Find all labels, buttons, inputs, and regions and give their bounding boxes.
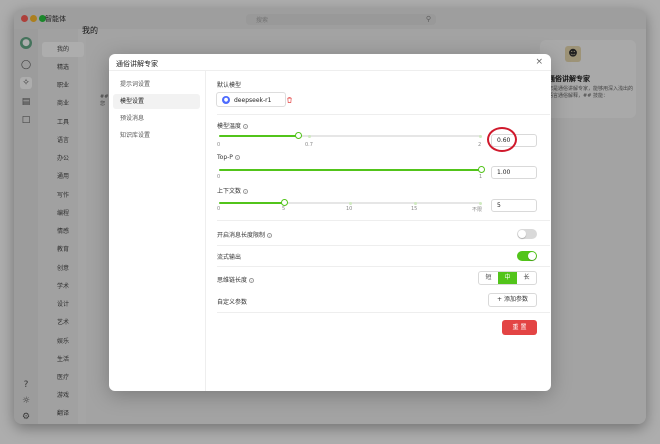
context-tick: 10 <box>346 206 353 212</box>
nav-knowledge-settings[interactable]: 知识库设置 <box>113 128 200 143</box>
context-mark-dot <box>479 201 482 205</box>
context-tick: 不限 <box>472 207 483 213</box>
reset-button[interactable]: 重 置 <box>502 320 537 335</box>
top-p-tick: 1 <box>479 174 483 180</box>
nav-preset-messages[interactable]: 预设消息 <box>113 111 200 126</box>
length-limit-toggle[interactable] <box>517 229 537 239</box>
divider <box>217 312 550 313</box>
temperature-mark-dot <box>308 134 311 138</box>
help-icon: ? <box>243 189 249 194</box>
context-fill <box>219 202 284 204</box>
context-tick: 15 <box>411 206 418 212</box>
temperature-tick: 2 <box>478 142 482 148</box>
modal-nav: 提示词设置 模型设置 预设消息 知识库设置 <box>109 71 206 391</box>
close-icon[interactable]: × <box>535 57 543 67</box>
add-param-button[interactable]: + 添加参数 <box>488 293 537 307</box>
temperature-mark-dot <box>479 134 482 138</box>
stream-output-label: 流式输出 <box>217 254 242 261</box>
context-tick: 0 <box>217 206 221 212</box>
custom-params-label: 自定义参数 <box>217 299 248 306</box>
help-icon: ? <box>267 233 273 238</box>
reasoning-option-long[interactable]: 长 <box>517 272 536 284</box>
context-tick: 5 <box>282 206 286 212</box>
stream-output-toggle[interactable] <box>517 251 537 261</box>
reasoning-length-label-text: 思维链长度 <box>217 277 248 284</box>
temperature-fill <box>219 135 298 137</box>
delete-icon[interactable] <box>287 97 292 103</box>
model-name: deepseek-r1 <box>234 97 272 104</box>
highlight-annotation-circle <box>487 127 517 152</box>
context-mark-dot <box>414 201 417 205</box>
top-p-label-text: Top-P <box>217 154 233 161</box>
temperature-label: 模型温度? <box>217 121 249 130</box>
top-p-tick: 0 <box>217 174 221 180</box>
top-p-label: Top-P? <box>217 154 240 161</box>
context-label: 上下文数? <box>217 186 249 195</box>
divider <box>217 114 550 115</box>
reasoning-option-short[interactable]: 短 <box>479 272 498 284</box>
context-label-text: 上下文数 <box>217 188 242 195</box>
deepseek-icon: ● <box>222 96 230 104</box>
help-icon: ? <box>243 124 249 129</box>
help-icon: ? <box>249 278 255 283</box>
reasoning-option-medium[interactable]: 中 <box>498 272 517 284</box>
top-p-slider-thumb[interactable] <box>478 166 485 173</box>
nav-prompt-settings[interactable]: 提示词设置 <box>113 77 200 92</box>
divider <box>217 220 550 221</box>
reasoning-length-segmented: 短 中 长 <box>478 271 537 285</box>
help-icon: ? <box>234 155 240 160</box>
reasoning-length-label: 思维链长度? <box>217 275 255 284</box>
model-select-button[interactable]: ● deepseek-r1 <box>216 92 286 107</box>
top-p-input[interactable] <box>491 166 537 179</box>
divider <box>217 245 550 246</box>
context-mark-dot <box>349 201 352 205</box>
default-model-label: 默认模型 <box>217 82 242 89</box>
temperature-tick: 0.7 <box>305 142 313 148</box>
modal-title: 通俗讲解专家 <box>116 60 158 68</box>
toggle-knob <box>518 230 526 238</box>
toggle-knob <box>528 252 536 260</box>
temperature-tick: 0 <box>217 142 221 148</box>
agent-settings-modal: 通俗讲解专家 × 提示词设置 模型设置 预设消息 知识库设置 <box>109 54 551 391</box>
context-input[interactable] <box>491 199 537 212</box>
divider <box>217 266 550 267</box>
modal-header: 通俗讲解专家 × <box>109 54 551 71</box>
nav-model-settings[interactable]: 模型设置 <box>113 94 200 109</box>
plus-icon: + <box>497 296 504 303</box>
add-param-label: 添加参数 <box>503 296 528 303</box>
top-p-fill <box>219 169 481 171</box>
temperature-slider-thumb[interactable] <box>295 132 302 139</box>
context-slider-thumb[interactable] <box>281 199 288 206</box>
length-limit-label-text: 开启消息长度限制 <box>217 232 266 239</box>
temperature-label-text: 模型温度 <box>217 123 242 130</box>
length-limit-label: 开启消息长度限制? <box>217 230 273 239</box>
